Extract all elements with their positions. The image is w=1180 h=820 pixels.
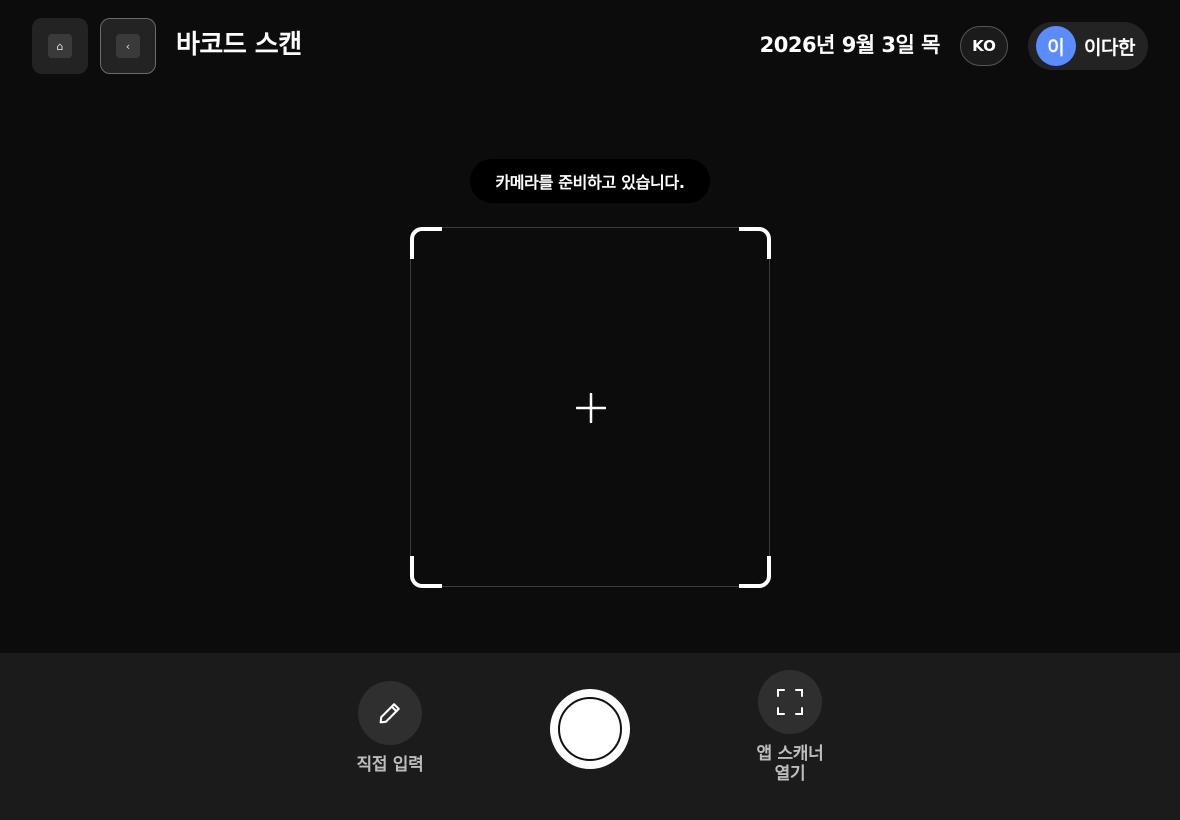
manual-entry-button[interactable]: 직접 입력 (340, 681, 440, 775)
user-name: 이다한 (1084, 36, 1135, 59)
chevron-left-icon: ‹ (116, 34, 140, 58)
language-button[interactable]: KO (960, 26, 1008, 66)
scan-frame-icon (777, 689, 803, 715)
scan-viewfinder (409, 226, 771, 588)
current-date: 2026년 9월 3일 목 (759, 33, 941, 57)
page-title: 바코드 스캔 (176, 30, 302, 60)
shutter-button[interactable] (550, 689, 630, 769)
bottom-action-bar: 직접 입력 앱 스캐너 열기 (0, 653, 1180, 820)
top-header: ⌂ ‹ 바코드 스캔 2026년 9월 3일 목 KO 이 이다한 (0, 0, 1180, 92)
viewfinder-corner-bottom-right (738, 555, 771, 588)
viewfinder-corner-bottom-left (409, 555, 442, 588)
user-profile-chip[interactable]: 이 이다한 (1028, 22, 1148, 70)
barcode-scan-screen: ⌂ ‹ 바코드 스캔 2026년 9월 3일 목 KO 이 이다한 카메라를 준… (0, 0, 1180, 820)
viewfinder-corner-top-left (409, 226, 442, 259)
pencil-icon (379, 703, 400, 724)
manual-entry-label: 직접 입력 (356, 755, 424, 775)
home-button[interactable]: ⌂ (32, 18, 88, 74)
back-button[interactable]: ‹ (100, 18, 156, 74)
home-icon: ⌂ (48, 34, 72, 58)
manual-entry-icon-button[interactable] (358, 681, 422, 745)
avatar: 이 (1036, 26, 1076, 66)
plus-icon (576, 393, 606, 423)
app-scanner-icon-button[interactable] (758, 670, 822, 734)
open-app-scanner-label: 앱 스캐너 열기 (756, 744, 824, 784)
open-app-scanner-button[interactable]: 앱 스캐너 열기 (730, 670, 850, 784)
viewfinder-corner-top-right (738, 226, 771, 259)
shutter-icon (558, 697, 622, 761)
camera-status-message: 카메라를 준비하고 있습니다. (470, 159, 710, 203)
